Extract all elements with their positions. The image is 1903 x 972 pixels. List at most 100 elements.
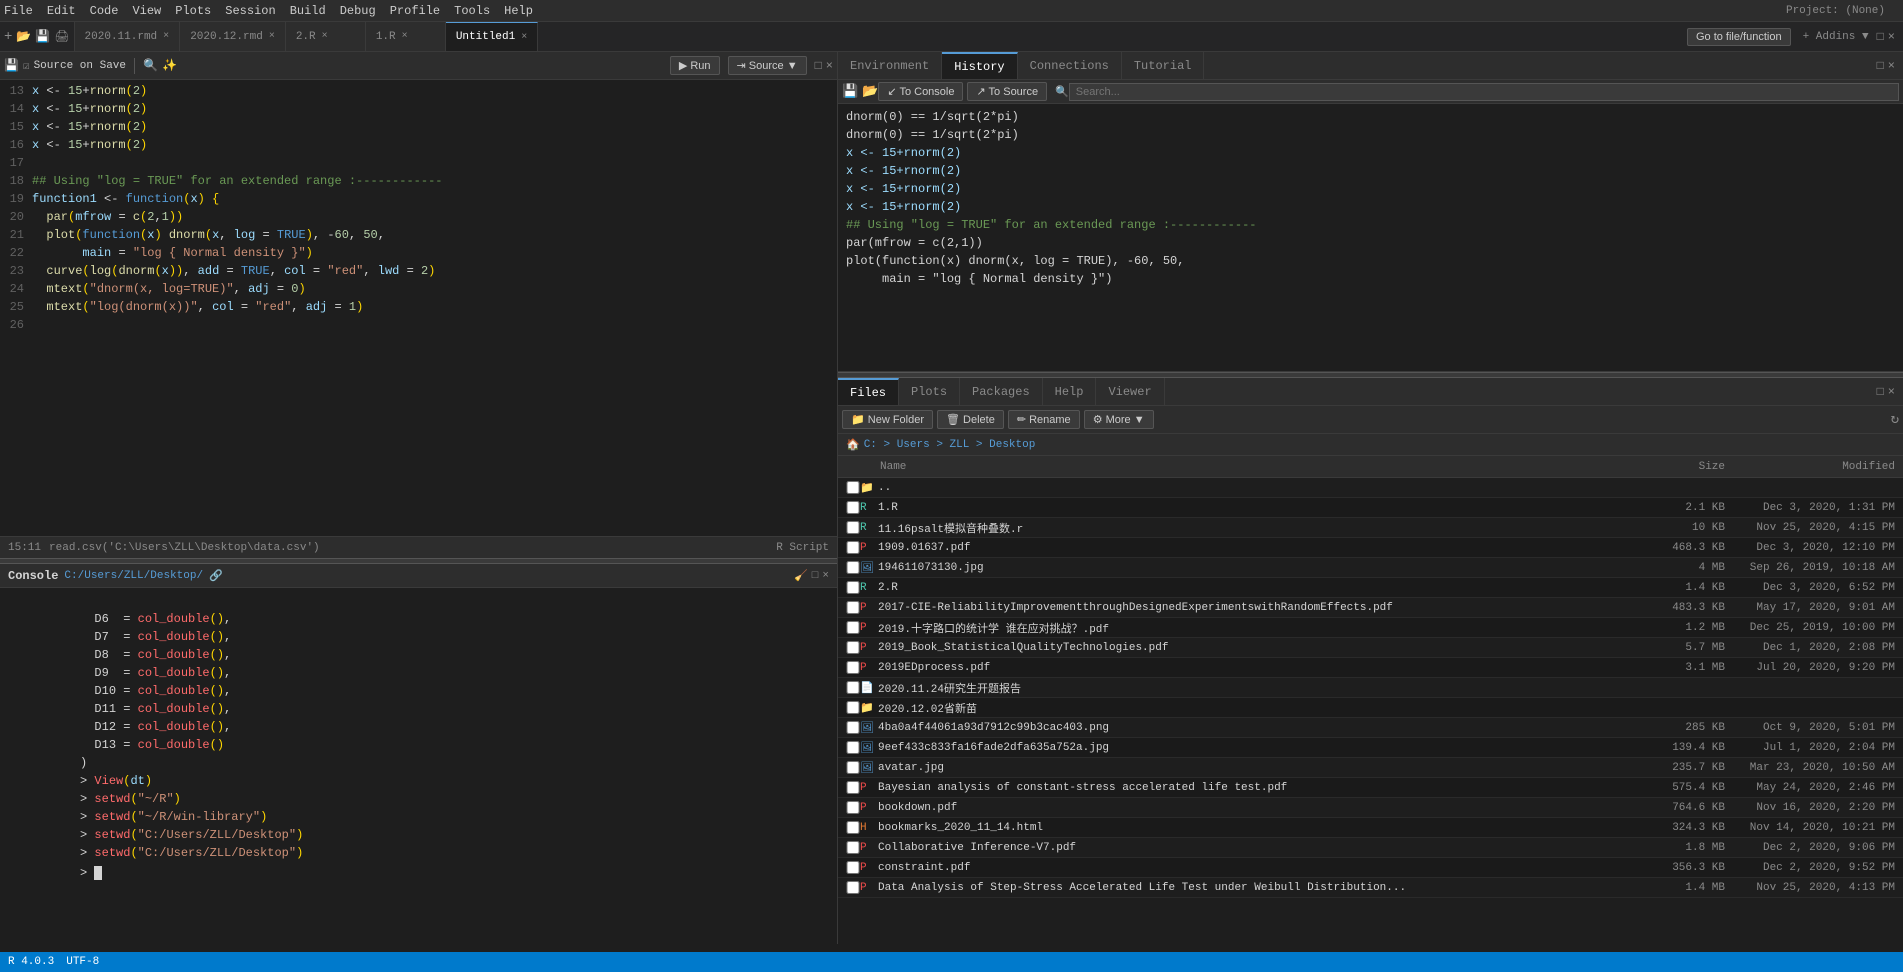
delete-button[interactable]: 🗑 Delete [937, 410, 1004, 429]
menu-code[interactable]: Code [90, 4, 119, 18]
toolbar-icon-print[interactable]: 🖨 [54, 29, 69, 44]
file-checkbox[interactable] [846, 781, 860, 794]
search-history-icon[interactable]: 🔍 [1055, 85, 1069, 99]
file-row-2020xm[interactable]: 📁 2020.12.02省新苗 [838, 698, 1903, 718]
file-checkbox[interactable] [846, 481, 860, 494]
col-name-header[interactable]: Name [880, 461, 1625, 473]
save-icon[interactable]: 💾 [4, 58, 19, 73]
file-row-bookdown[interactable]: P bookdown.pdf 764.6 KB Nov 16, 2020, 2:… [838, 798, 1903, 818]
menu-plots[interactable]: Plots [175, 4, 211, 18]
refresh-files-icon[interactable]: ↻ [1891, 411, 1899, 428]
run-button[interactable]: ▶ Run [670, 56, 720, 75]
close-pane-icon[interactable]: × [1888, 30, 1895, 44]
menu-session[interactable]: Session [225, 4, 275, 18]
tab-connections[interactable]: Connections [1018, 52, 1122, 79]
maximize-icon[interactable]: □ [1877, 30, 1884, 44]
file-checkbox[interactable] [846, 661, 860, 674]
file-checkbox[interactable] [846, 861, 860, 874]
menu-help[interactable]: Help [504, 4, 533, 18]
source-button[interactable]: ⇥ Source ▼ [728, 56, 807, 75]
file-row-bayesian[interactable]: P Bayesian analysis of constant-stress a… [838, 778, 1903, 798]
toolbar-icon-new[interactable]: + [4, 29, 12, 45]
file-checkbox[interactable] [846, 561, 860, 574]
toolbar-icon-open[interactable]: 📂 [16, 29, 31, 44]
go-to-file-function[interactable]: Go to file/function [1687, 28, 1791, 46]
menu-profile[interactable]: Profile [390, 4, 440, 18]
editor-content[interactable]: 13 x <- 15+rnorm(2) 14 x <- 15+rnorm(2) … [0, 80, 837, 536]
file-checkbox[interactable] [846, 881, 860, 894]
file-checkbox[interactable] [846, 701, 860, 714]
console-link-icon[interactable]: 🔗 [209, 569, 223, 583]
file-row-2r[interactable]: R 2.R 1.4 KB Dec 3, 2020, 6:52 PM [838, 578, 1903, 598]
magic-wand-icon[interactable]: ✨ [162, 58, 177, 73]
file-checkbox[interactable] [846, 681, 860, 694]
console-close-icon[interactable]: × [822, 570, 829, 582]
close-history-icon[interactable]: × [1888, 59, 1895, 73]
tab-files[interactable]: Files [838, 378, 899, 405]
file-checkbox[interactable] [846, 821, 860, 834]
menu-build[interactable]: Build [290, 4, 326, 18]
close-editor-icon[interactable]: × [826, 59, 833, 73]
new-folder-button[interactable]: 📁 New Folder [842, 410, 933, 429]
file-row-bookmarks[interactable]: H bookmarks_2020_11_14.html 324.3 KB Nov… [838, 818, 1903, 838]
tab-untitled1[interactable]: Untitled1× [446, 22, 538, 51]
file-row-collaborative[interactable]: P Collaborative Inference-V7.pdf 1.8 MB … [838, 838, 1903, 858]
console-content[interactable]: D6 = col_double(), D7 = col_double(), D8… [0, 588, 837, 944]
file-checkbox[interactable] [846, 721, 860, 734]
close-files-icon[interactable]: × [1888, 385, 1895, 399]
col-modified-header[interactable]: Modified [1725, 461, 1895, 473]
file-row-jpg1[interactable]: 🖼 194611073130.jpg 4 MB Sep 26, 2019, 10… [838, 558, 1903, 578]
file-checkbox[interactable] [846, 761, 860, 774]
file-row-4ba0[interactable]: 🖼 4ba0a4f44061a93d7912c99b3cac403.png 28… [838, 718, 1903, 738]
file-checkbox[interactable] [846, 541, 860, 554]
file-row-parent[interactable]: 📁 .. [838, 478, 1903, 498]
rename-button[interactable]: ✏ Rename [1008, 410, 1080, 429]
tab-history[interactable]: History [942, 52, 1017, 79]
file-row-2017cie[interactable]: P 2017-CIE-ReliabilityImprovementthrough… [838, 598, 1903, 618]
file-checkbox[interactable] [846, 841, 860, 854]
tab-2020-11-rmd[interactable]: 2020.11.rmd× [75, 22, 181, 51]
maximize-files-icon[interactable]: □ [1877, 385, 1884, 399]
console-clear-icon[interactable]: 🧹 [794, 569, 808, 583]
file-checkbox[interactable] [846, 621, 860, 634]
tab-1r[interactable]: 1.R× [366, 22, 446, 51]
tab-tutorial[interactable]: Tutorial [1122, 52, 1205, 79]
file-checkbox[interactable] [846, 641, 860, 654]
file-row-1r[interactable]: R 1.R 2.1 KB Dec 3, 2020, 1:31 PM [838, 498, 1903, 518]
history-search-input[interactable] [1069, 83, 1899, 101]
file-checkbox[interactable] [846, 501, 860, 514]
tab-plots[interactable]: Plots [899, 378, 960, 405]
home-icon[interactable]: 🏠 [846, 438, 860, 452]
file-checkbox[interactable] [846, 801, 860, 814]
console-maximize-icon[interactable]: □ [812, 570, 819, 582]
file-checkbox[interactable] [846, 581, 860, 594]
history-save-icon[interactable]: 💾 [842, 84, 858, 99]
file-row-pdf1[interactable]: P 1909.01637.pdf 468.3 KB Dec 3, 2020, 1… [838, 538, 1903, 558]
menu-tools[interactable]: Tools [454, 4, 490, 18]
to-console-button[interactable]: ↙ To Console [878, 82, 963, 101]
file-checkbox[interactable] [846, 521, 860, 534]
history-load-icon[interactable]: 📂 [862, 84, 878, 99]
maximize-history-icon[interactable]: □ [1877, 59, 1884, 73]
file-row-data-analysis[interactable]: P Data Analysis of Step-Stress Accelerat… [838, 878, 1903, 898]
col-size-header[interactable]: Size [1625, 461, 1725, 473]
source-on-save-checkbox[interactable]: ☑ [23, 59, 30, 73]
file-checkbox[interactable] [846, 741, 860, 754]
tab-2020-12-rmd[interactable]: 2020.12.rmd× [180, 22, 286, 51]
menu-edit[interactable]: Edit [47, 4, 76, 18]
file-row-2019stats[interactable]: P 2019.十字路口的统计学 谁在应对挑战？.pdf 1.2 MB Dec 2… [838, 618, 1903, 638]
menu-file[interactable]: File [4, 4, 33, 18]
find-icon[interactable]: 🔍 [143, 58, 158, 73]
addins-btn[interactable]: + Addins ▼ [1803, 31, 1869, 43]
menu-view[interactable]: View [132, 4, 161, 18]
file-checkbox[interactable] [846, 601, 860, 614]
tab-help[interactable]: Help [1043, 378, 1097, 405]
tab-2r[interactable]: 2.R× [286, 22, 366, 51]
file-row-2019book[interactable]: P 2019_Book_StatisticalQualityTechnologi… [838, 638, 1903, 658]
to-source-button[interactable]: ↗ To Source [967, 82, 1047, 101]
toolbar-icon-save[interactable]: 💾 [35, 29, 50, 44]
tab-viewer[interactable]: Viewer [1096, 378, 1164, 405]
file-row-9eef[interactable]: 🖼 9eef433c833fa16fade2dfa635a752a.jpg 13… [838, 738, 1903, 758]
maximize-editor-icon[interactable]: □ [815, 59, 822, 73]
menu-debug[interactable]: Debug [340, 4, 376, 18]
